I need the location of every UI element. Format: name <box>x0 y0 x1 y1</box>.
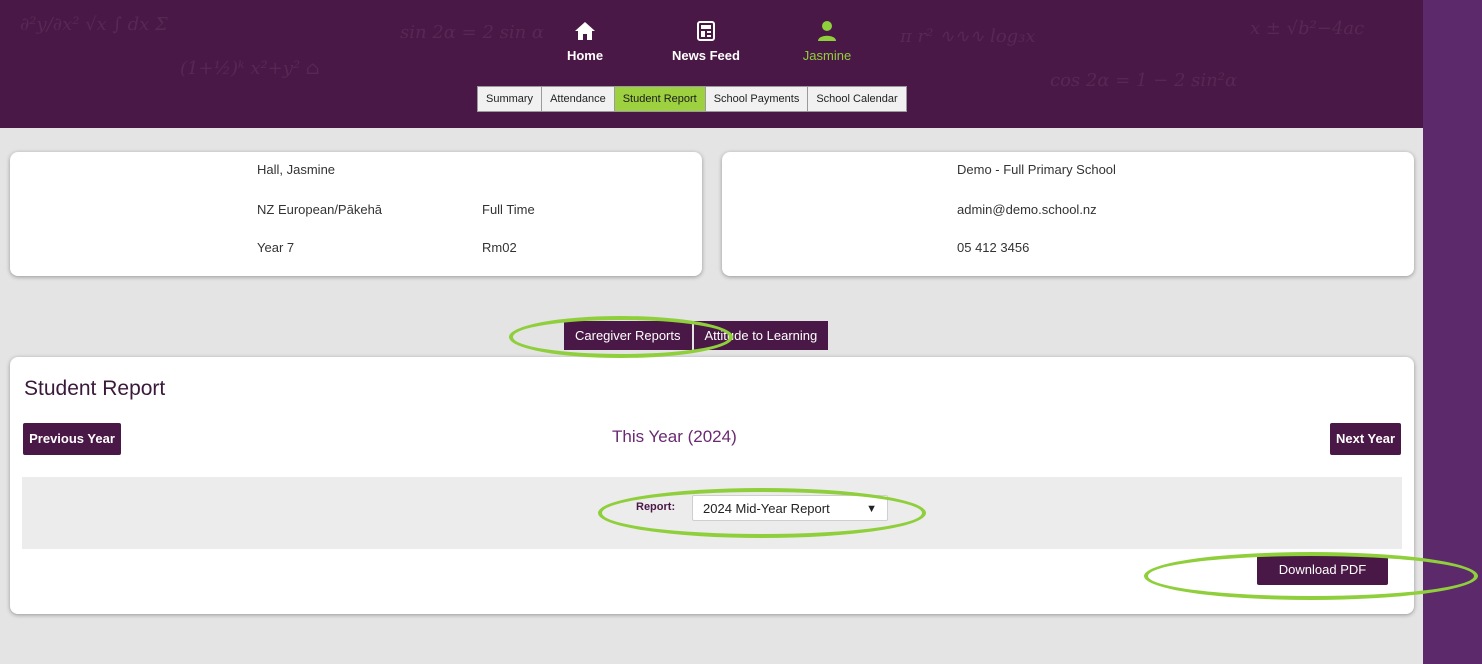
student-year: Year 7 <box>257 240 295 255</box>
section-tabs: Summary Attendance Student Report School… <box>477 86 907 112</box>
nav-user-label: Jasmine <box>802 48 852 63</box>
school-phone: 05 412 3456 <box>957 240 1030 255</box>
nav-news-feed[interactable]: News Feed <box>668 20 744 63</box>
chevron-down-icon: ▼ <box>866 503 877 515</box>
newspaper-icon <box>668 20 744 45</box>
student-name: Hall, Jasmine <box>257 162 336 177</box>
report-title: Student Report <box>24 377 166 400</box>
report-subtabs: Caregiver Reports Attitude to Learning <box>564 321 830 350</box>
school-name: Demo - Full Primary School <box>957 162 1116 177</box>
school-email: admin@demo.school.nz <box>957 202 1097 217</box>
top-header: ∂²y/∂x² √x ∫ dx Σ (1+½)ᵏ x²+y² ⌂ sin 2α … <box>0 0 1423 128</box>
report-selector-bar: Report: 2024 Mid-Year Report ▼ <box>22 477 1402 549</box>
report-select-value: 2024 Mid-Year Report <box>703 501 830 516</box>
nav-news-feed-label: News Feed <box>672 48 740 63</box>
nav-home[interactable]: Home <box>560 20 610 63</box>
year-label: This Year (2024) <box>612 427 737 446</box>
report-select[interactable]: 2024 Mid-Year Report ▼ <box>692 495 888 521</box>
subtab-attitude-to-learning[interactable]: Attitude to Learning <box>693 321 829 350</box>
tab-summary[interactable]: Summary <box>478 87 543 111</box>
student-room: Rm02 <box>482 240 517 255</box>
main-nav: Home News Feed Jasmine <box>0 20 1423 70</box>
tab-student-report[interactable]: Student Report <box>614 87 706 111</box>
next-year-button[interactable]: Next Year <box>1330 423 1401 455</box>
tab-attendance[interactable]: Attendance <box>542 87 615 111</box>
student-info-card: Hall, Jasmine NZ European/Pākehā Full Ti… <box>10 152 702 276</box>
student-ethnicity: NZ European/Pākehā <box>257 202 383 217</box>
report-select-label: Report: <box>636 501 676 513</box>
nav-home-label: Home <box>566 48 604 63</box>
nav-user[interactable]: Jasmine <box>792 20 862 63</box>
user-icon <box>792 20 862 45</box>
download-pdf-button[interactable]: Download PDF <box>1257 555 1388 585</box>
subtab-caregiver-reports[interactable]: Caregiver Reports <box>564 321 692 350</box>
student-report-panel: Student Report Previous Year This Year (… <box>10 357 1414 614</box>
tab-school-payments[interactable]: School Payments <box>705 87 809 111</box>
home-icon <box>560 20 610 45</box>
student-attendance-type: Full Time <box>482 202 535 217</box>
app-window: ∂²y/∂x² √x ∫ dx Σ (1+½)ᵏ x²+y² ⌂ sin 2α … <box>0 0 1423 664</box>
tab-school-calendar[interactable]: School Calendar <box>808 87 906 111</box>
previous-year-button[interactable]: Previous Year <box>23 423 121 455</box>
background-doodle: cos 2α = 1 − 2 sin²α <box>1050 70 1238 91</box>
school-info-card: Demo - Full Primary School admin@demo.sc… <box>722 152 1414 276</box>
